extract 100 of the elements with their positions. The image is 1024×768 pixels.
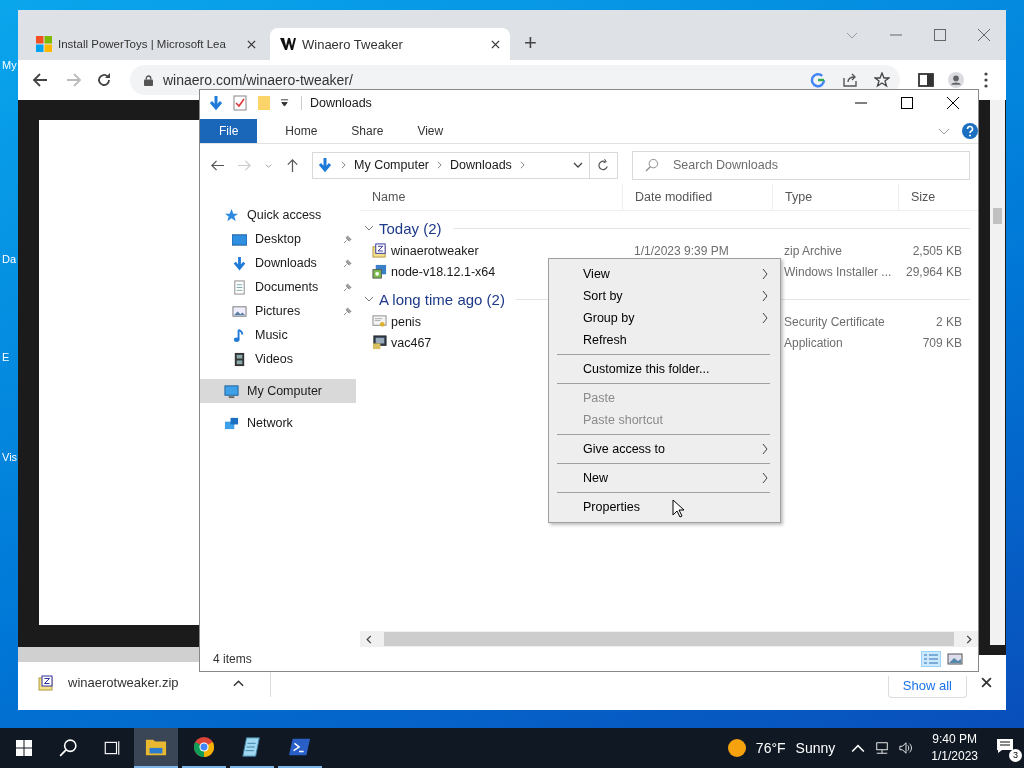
desktop-icon-label[interactable]: Vis [2,450,18,464]
lock-icon [144,74,153,86]
column-header[interactable]: Date modified [622,184,772,210]
horizontal-scrollbar[interactable] [360,631,978,647]
desktop-icon-label[interactable]: E [2,350,10,364]
network-icon [224,415,239,431]
pin-icon[interactable] [343,258,352,268]
caret-up-icon[interactable] [232,678,244,687]
nav-item[interactable]: Quick access [200,203,356,227]
file-name[interactable]: penis [391,314,421,329]
file-name[interactable]: winaerotweaker [391,243,479,258]
pin-icon[interactable] [343,282,352,292]
menu-item[interactable]: New [551,467,778,489]
properties-icon[interactable] [232,94,248,111]
scroll-right-icon[interactable] [966,634,972,644]
weather-condition[interactable]: Sunny [795,740,836,756]
clock-time[interactable]: 9:40 PM [932,731,977,748]
chevron-down-icon[interactable] [573,160,583,170]
menu-item[interactable]: Group by [551,307,778,329]
browser-tab[interactable]: Winaero Tweaker [270,28,510,60]
scroll-left-icon[interactable] [366,634,372,644]
installer-icon [372,264,387,279]
breadcrumb-item[interactable]: My Computer [354,158,430,172]
google-icon[interactable] [810,72,826,88]
chevron-right-icon[interactable] [341,161,346,169]
task-view-icon[interactable] [103,739,121,757]
chevron-right-icon[interactable] [519,161,525,169]
browser-tab[interactable]: Install PowerToys | Microsoft Lea [26,28,266,60]
nav-item[interactable]: Network [200,411,356,435]
chevron-right-icon[interactable] [437,161,443,169]
menu-item[interactable]: Give access to [551,438,778,460]
group-header[interactable]: A long time ago (2) [379,290,505,308]
group-header[interactable]: Today (2) [379,219,442,237]
nav-item[interactable]: Music [200,323,356,347]
menu-item[interactable]: Refresh [551,329,778,351]
ribbon-tab[interactable]: View [400,119,461,143]
help-icon[interactable] [962,123,978,139]
column-header[interactable]: Size [898,184,968,210]
search-icon[interactable] [59,739,77,757]
ribbon-tab[interactable]: Home [257,119,335,143]
ribbon-tab[interactable]: Share [334,119,401,143]
star-icon[interactable] [874,72,890,88]
share-icon[interactable] [842,72,858,88]
profile-icon[interactable] [948,72,964,88]
network-icon[interactable] [875,741,890,755]
show-all-button[interactable]: Show all [887,676,967,698]
menu-item[interactable]: Sort by [551,285,778,307]
column-header[interactable]: Name [360,184,622,210]
horizontal-scrollbar[interactable] [18,647,199,662]
monitor-icon [224,383,239,399]
size-cell-text: 29,964 KB [904,264,963,279]
clock-date[interactable]: 1/1/2023 [931,748,978,765]
weather-temperature[interactable]: 76°F [755,740,786,756]
reload-icon[interactable] [96,72,112,88]
menu-item[interactable]: View [551,263,778,285]
file-name[interactable]: node-v18.12.1-x64 [391,264,496,279]
ribbon-tab[interactable]: File [200,119,258,143]
column-header[interactable]: Type [772,184,898,210]
windows-start-icon[interactable] [16,740,32,756]
nav-item[interactable]: Downloads [200,251,356,275]
menu-item[interactable]: Customize this folder... [551,358,778,380]
maximize-icon[interactable] [901,96,913,109]
address-field[interactable]: My Computer Downloads [312,151,590,179]
size-cell-text: 709 KB [921,335,963,350]
vertical-scrollbar[interactable] [990,100,1005,645]
large-icons-view-icon[interactable] [946,652,964,666]
speaker-icon[interactable] [899,741,914,755]
refresh-button[interactable] [590,151,618,179]
chrome-icon [193,736,215,758]
menu-item[interactable]: Properties [551,496,778,518]
back-arrow-icon[interactable] [32,72,48,88]
new-tab-button[interactable]: + [524,32,537,54]
nav-item[interactable]: Videos [200,347,356,371]
nav-item[interactable]: My Computer [200,379,356,403]
close-icon[interactable] [947,96,959,109]
pin-icon[interactable] [343,306,352,316]
close-icon[interactable] [981,677,992,688]
type-cell-text: Application [783,335,844,350]
close-tab-icon[interactable] [491,39,500,49]
taskbar-app-button[interactable] [134,728,178,768]
breadcrumb-item[interactable]: Downloads [450,158,512,172]
file-name[interactable]: vac467 [391,335,432,350]
size-cell-text: 2,505 KB [911,243,963,258]
chevron-icon[interactable] [364,294,374,304]
side-panel-icon[interactable] [918,72,934,88]
dropdown-icon[interactable] [280,98,289,107]
nav-item[interactable]: Desktop [200,227,356,251]
notification-icon[interactable] [996,738,1014,754]
sun-icon[interactable] [727,739,746,757]
pin-icon[interactable] [343,234,352,244]
certificate-icon [372,314,387,329]
close-tab-icon[interactable] [247,39,256,49]
nav-item[interactable]: Pictures [200,299,356,323]
search-field[interactable]: Search Downloads [632,150,970,180]
download-file-name[interactable]: winaerotweaker.zip [68,675,179,690]
nav-item[interactable]: Documents [200,275,356,299]
up-arrow-icon[interactable] [285,157,300,173]
pictures-icon [232,303,247,319]
film-icon [232,351,247,367]
chevron-icon[interactable] [364,223,374,233]
